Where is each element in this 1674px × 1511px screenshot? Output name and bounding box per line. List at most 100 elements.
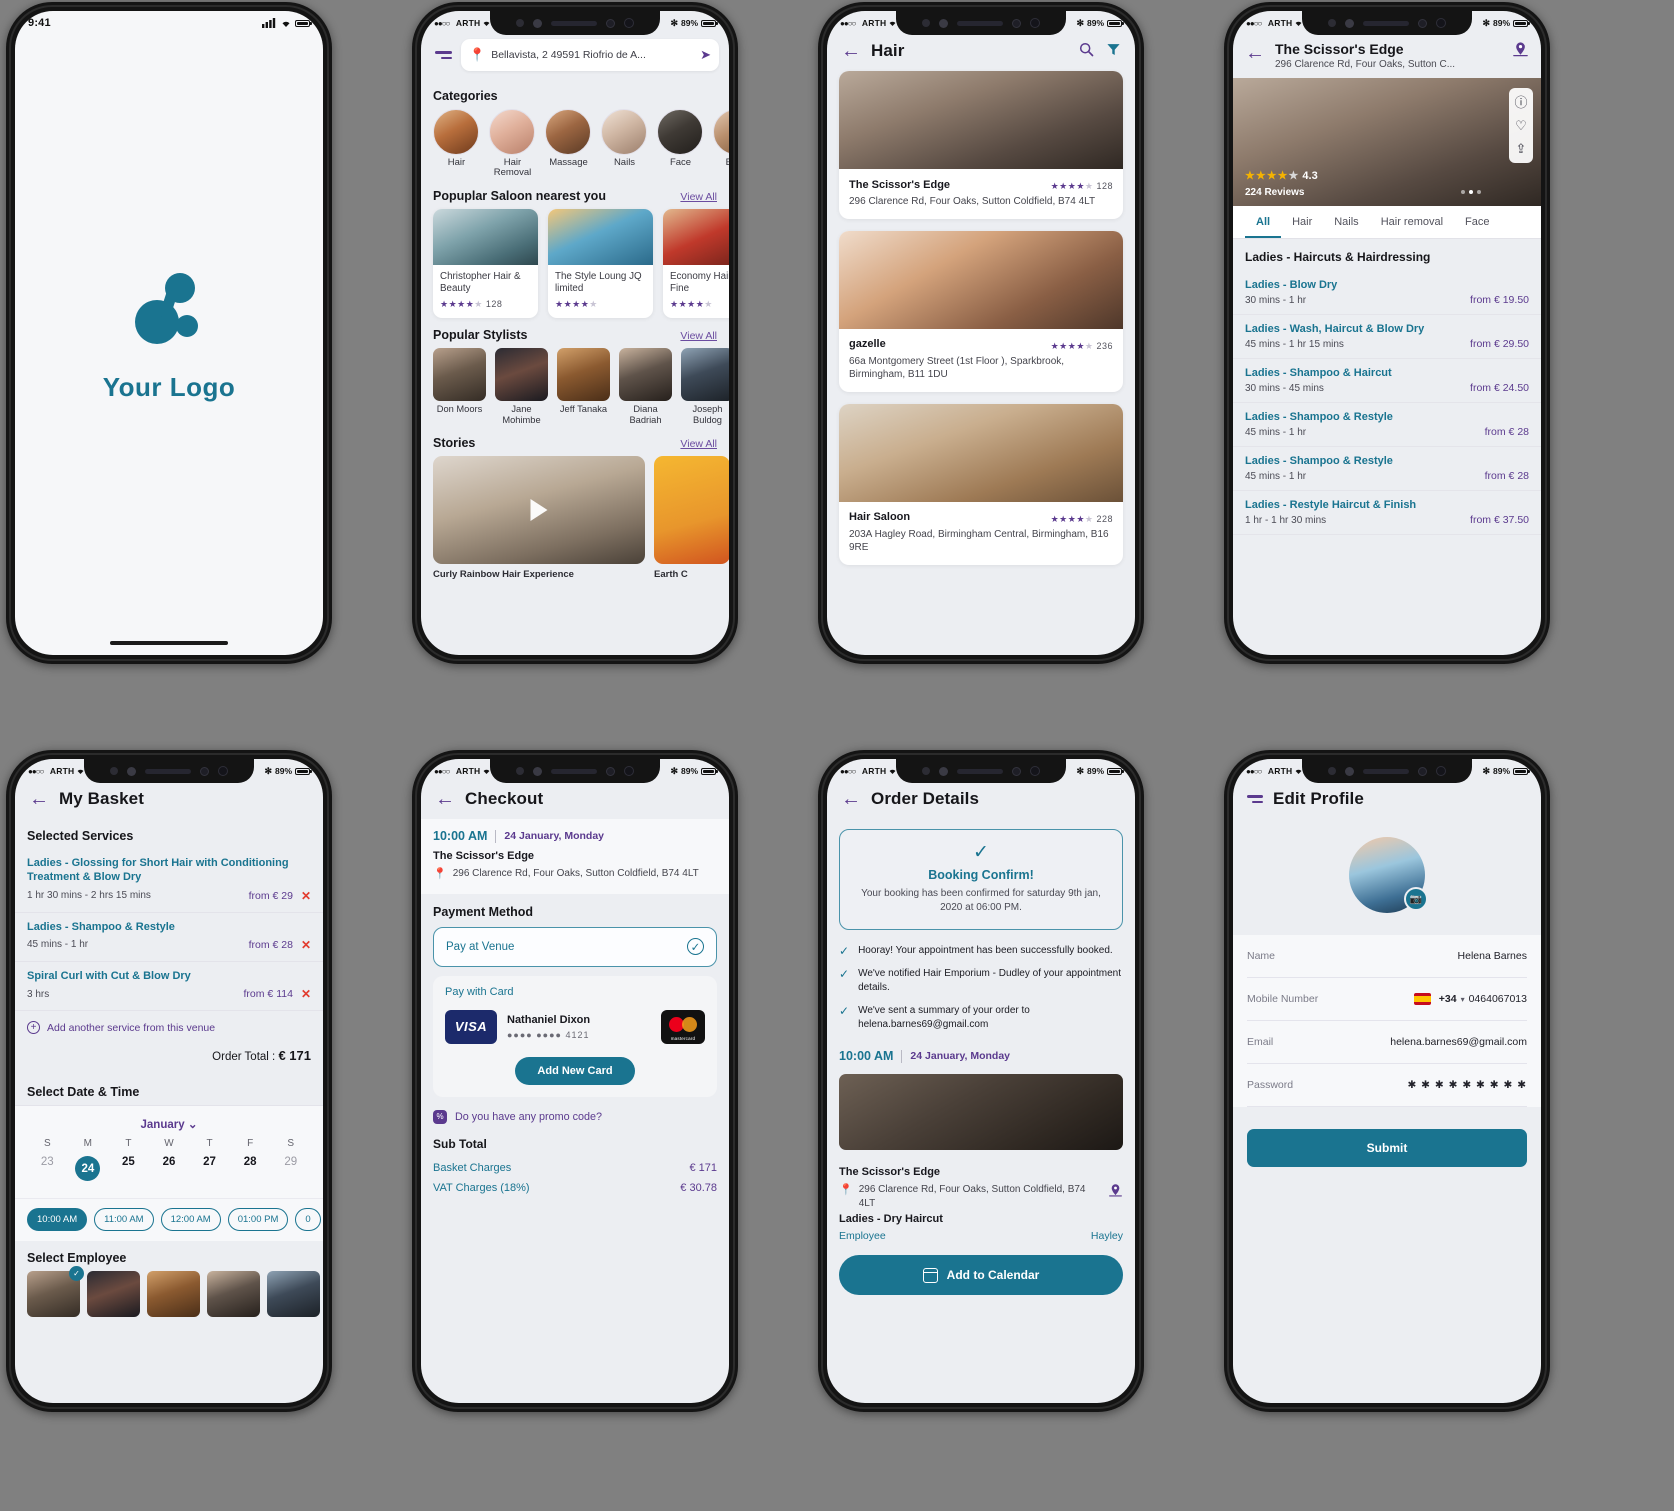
category-face[interactable]: Face — [657, 109, 704, 179]
calendar-icon — [922, 1267, 938, 1283]
category-body[interactable]: Body — [713, 109, 729, 179]
employee-option[interactable] — [267, 1271, 320, 1318]
avatar: 📷 — [1349, 837, 1428, 913]
story-item[interactable] — [433, 455, 645, 564]
category-hair[interactable]: Hair — [433, 109, 480, 179]
employee-option[interactable] — [207, 1271, 260, 1318]
month-selector[interactable]: January ⌄ — [27, 1114, 311, 1138]
calendar-day-selected[interactable]: 24 — [68, 1149, 109, 1188]
chevron-down-icon[interactable]: ▾ — [1461, 995, 1465, 1004]
salon-card[interactable]: Christopher Hair & Beauty ★★★★★ 128 — [433, 208, 538, 319]
service-row[interactable]: Ladies - Blow Dry 30 mins - 1 hr from € 19… — [1233, 271, 1541, 315]
field-mobile-number[interactable]: Mobile Number +34 ▾ 0464067013 — [1247, 978, 1527, 1021]
calendar-day[interactable]: 29 — [270, 1149, 311, 1188]
back-arrow-icon[interactable]: ← — [841, 41, 861, 61]
heart-icon[interactable]: ♡ — [1515, 119, 1527, 132]
category-massage[interactable]: Massage — [545, 109, 592, 179]
add-new-card-button[interactable]: Add New Card — [515, 1056, 635, 1085]
back-arrow-icon[interactable]: ← — [435, 789, 455, 809]
employee-option[interactable] — [87, 1271, 140, 1318]
service-row[interactable]: Ladies - Wash, Haircut & Blow Dry 45 mins… — [1233, 315, 1541, 359]
share-icon[interactable]: ⇪ — [1516, 142, 1527, 155]
search-icon[interactable] — [1079, 42, 1094, 61]
service-row[interactable]: Ladies - Shampoo & Restyle 45 mins - 1 hr… — [1233, 447, 1541, 491]
tab-hair[interactable]: Hair — [1281, 206, 1323, 238]
calendar-day[interactable]: 27 — [189, 1149, 230, 1188]
calendar-day[interactable]: 26 — [149, 1149, 190, 1188]
back-arrow-icon[interactable]: ← — [1245, 43, 1265, 63]
carrier-label: ARTH — [861, 18, 887, 28]
saved-card-row[interactable]: VISA Nathaniel Dixon ●●●● ●●●● 4121 mast… — [445, 1009, 705, 1044]
stylist-item[interactable]: Diana Badriah — [619, 348, 672, 425]
splash-screen: 9:41 Your Logo — [15, 11, 323, 655]
bluetooth-icon: ✻ — [670, 17, 678, 28]
remove-item-icon[interactable]: ✕ — [301, 987, 311, 1001]
location-search-input[interactable]: 📍 Bellavista, 2 49591 Riofrio de A... ➤ — [461, 39, 719, 71]
tab-hair-removal[interactable]: Hair removal — [1370, 206, 1454, 238]
back-arrow-icon[interactable]: ← — [29, 789, 49, 809]
booking-confirm-card: ✓ Booking Confirm! Your booking has been… — [839, 829, 1123, 930]
category-hair-removal[interactable]: Hair Removal — [489, 109, 536, 179]
add-to-calendar-button[interactable]: Add to Calendar — [839, 1255, 1123, 1296]
remove-item-icon[interactable]: ✕ — [301, 889, 311, 903]
field-password[interactable]: Password ✱ ✱ ✱ ✱ ✱ ✱ ✱ ✱ ✱ — [1247, 1064, 1527, 1107]
field-email[interactable]: Email helena.barnes69@gmail.com — [1247, 1021, 1527, 1064]
salons-view-all[interactable]: View All — [680, 191, 717, 203]
service-row[interactable]: Ladies - Shampoo & Restyle 45 mins - 1 hr… — [1233, 403, 1541, 447]
tab-nails[interactable]: Nails — [1323, 206, 1369, 238]
story-item[interactable] — [654, 455, 729, 564]
calendar-day[interactable]: 23 — [27, 1149, 68, 1188]
time-slot-selected[interactable]: 10:00 AM — [27, 1208, 88, 1232]
venue-detail-content: ← The Scissor's Edge 296 Clarence Rd, Fo… — [1233, 11, 1541, 655]
stylist-item[interactable]: Jane Mohimbe — [495, 348, 548, 425]
employee-option-selected[interactable]: ✓ — [27, 1266, 84, 1318]
venue-card[interactable]: Hair Saloon ★★★★★ 228 203A Hagley Road, B… — [839, 403, 1123, 565]
stylist-item[interactable]: Joseph Buldog — [681, 348, 729, 425]
tab-face[interactable]: Face — [1454, 206, 1500, 238]
add-another-service-button[interactable]: + Add another service from this venue — [15, 1011, 323, 1044]
remove-item-icon[interactable]: ✕ — [301, 938, 311, 952]
info-icon[interactable]: ⓘ — [1514, 96, 1527, 109]
calendar-day[interactable]: 28 — [230, 1149, 271, 1188]
menu-icon[interactable] — [431, 49, 452, 61]
stylists-view-all[interactable]: View All — [680, 330, 717, 342]
time-slot[interactable]: 11:00 AM — [94, 1208, 154, 1232]
salon-rating: ★★★★★ — [555, 299, 598, 310]
payment-method-title: Payment Method — [433, 904, 534, 919]
navigate-icon[interactable]: ➤ — [700, 47, 711, 63]
venue-detail-screen: ●●○○ ARTH ✻ 89% ← The Scissor's Edge 296… — [1233, 11, 1541, 655]
venue-card[interactable]: gazelle ★★★★★ 236 66a Montgomery Street (… — [839, 230, 1123, 392]
menu-icon[interactable] — [1247, 795, 1263, 803]
mastercard-icon[interactable]: mastercard — [661, 1009, 705, 1044]
time-slot[interactable]: 12:00 AM — [160, 1208, 221, 1232]
pay-at-venue-option[interactable]: Pay at Venue ✓ — [433, 926, 717, 967]
stylist-name: Jeff Tanaka — [559, 404, 608, 415]
employee-option[interactable] — [147, 1271, 200, 1318]
calendar-day[interactable]: 25 — [108, 1149, 149, 1188]
time-slot[interactable]: 0 — [295, 1208, 321, 1232]
service-row[interactable]: Ladies - Restyle Haircut & Finish 1 hr - … — [1233, 491, 1541, 535]
field-name[interactable]: Name Helena Barnes — [1247, 935, 1527, 978]
venue-card[interactable]: The Scissor's Edge ★★★★★ 128 296 Clarence… — [839, 71, 1123, 219]
service-row[interactable]: Ladies - Shampoo & Haircut 30 mins - 45 m… — [1233, 359, 1541, 403]
dow-label: W — [164, 1138, 174, 1150]
stories-header: Stories View All — [421, 426, 729, 456]
salon-card[interactable]: Economy Hair and Fine ★★★★★ — [663, 208, 729, 319]
camera-icon[interactable]: 📷 — [1404, 887, 1428, 911]
category-nails[interactable]: Nails — [601, 109, 648, 179]
filter-icon[interactable] — [1106, 42, 1121, 61]
map-marker-icon[interactable] — [1512, 41, 1529, 62]
stylist-item[interactable]: Jeff Tanaka — [557, 348, 610, 425]
promo-code-link[interactable]: % Do you have any promo code? — [421, 1097, 729, 1124]
time-slot[interactable]: 01:00 PM — [227, 1208, 289, 1232]
play-icon[interactable] — [530, 498, 548, 521]
submit-button[interactable]: Submit — [1247, 1129, 1527, 1167]
battery-icon — [701, 19, 718, 27]
map-marker-icon[interactable] — [1108, 1183, 1123, 1210]
stylist-item[interactable]: Don Moors — [433, 348, 486, 425]
carousel-dots[interactable] — [1461, 190, 1481, 194]
back-arrow-icon[interactable]: ← — [841, 789, 861, 809]
tab-all[interactable]: All — [1245, 206, 1282, 238]
stories-view-all[interactable]: View All — [680, 438, 717, 450]
salon-card[interactable]: The Style Loung JQ limited ★★★★★ — [548, 208, 653, 319]
